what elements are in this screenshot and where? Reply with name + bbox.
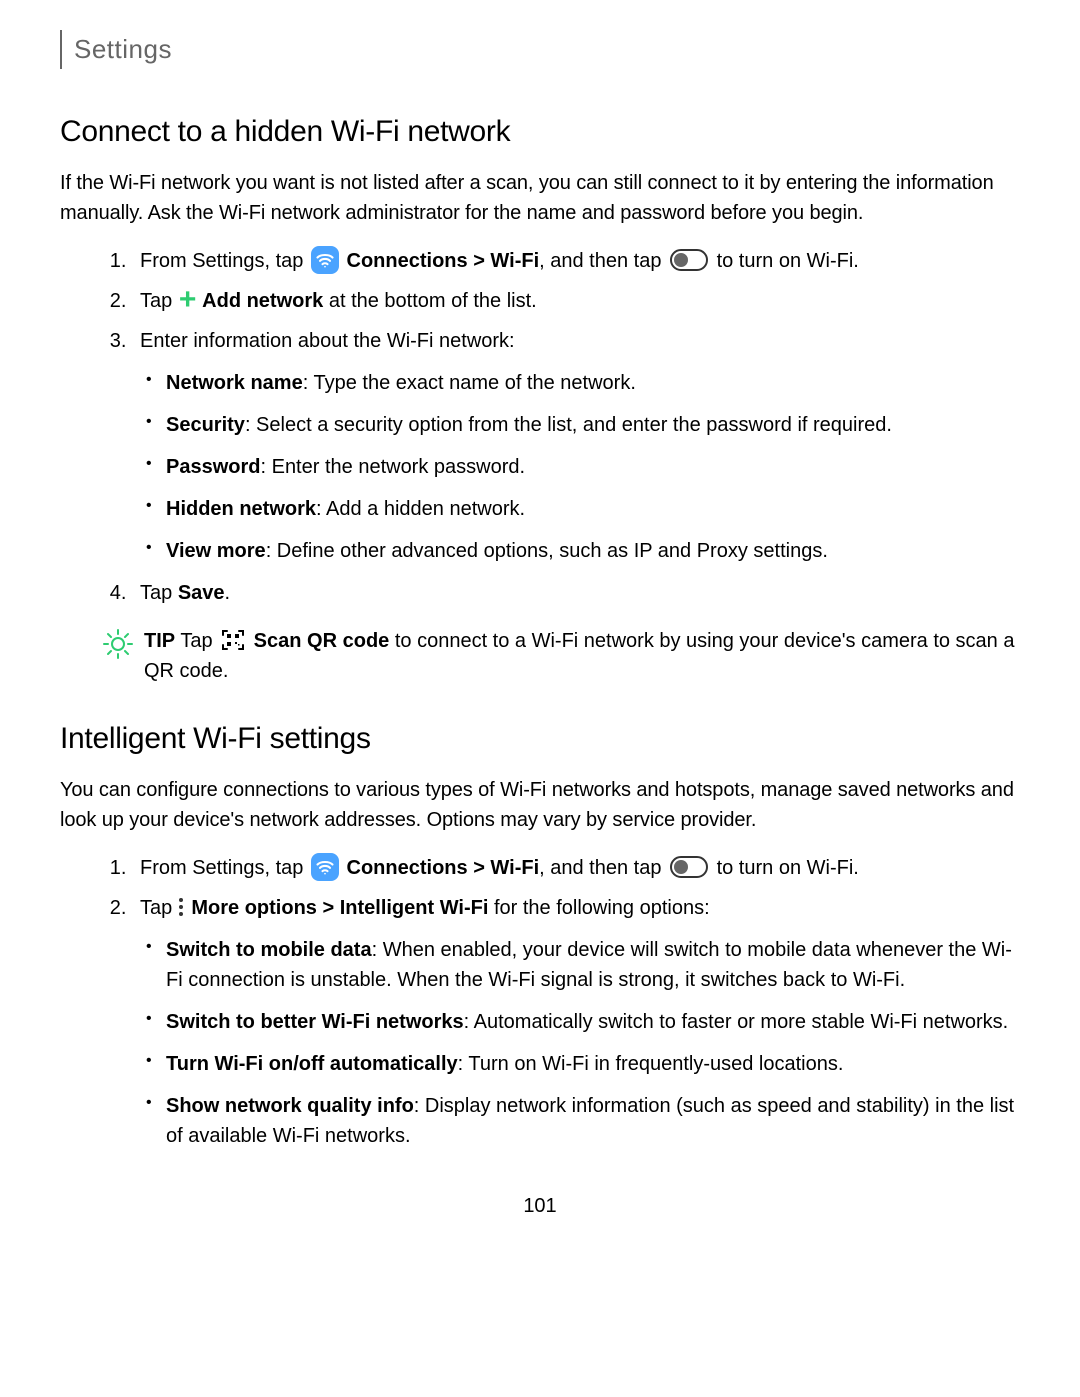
s1-bullet-0-term: Network name	[166, 372, 303, 394]
s2-bullet-0: Switch to mobile data: When enabled, you…	[140, 935, 1020, 995]
s2-bullet-0-term: Switch to mobile data	[166, 939, 372, 961]
s1-bullet-2-term: Password	[166, 456, 260, 478]
plus-icon: +	[179, 292, 197, 307]
s1-bullet-1-term: Security	[166, 414, 245, 436]
s2-step1: From Settings, tap Connections > Wi-Fi, …	[132, 853, 1020, 883]
s1-bullet-0: Network name: Type the exact name of the…	[140, 368, 1020, 398]
s1-bullet-1-desc: : Select a security option from the list…	[245, 414, 892, 436]
section1-intro: If the Wi-Fi network you want is not lis…	[60, 168, 1020, 228]
s1-bullet-3-desc: : Add a hidden network.	[316, 498, 525, 520]
s2-bullet-3-term: Show network quality info	[166, 1095, 414, 1117]
s1-step2: Tap + Add network at the bottom of the l…	[132, 286, 1020, 316]
s1-step3-text: Enter information about the Wi-Fi networ…	[140, 330, 515, 352]
s2-bullet-3: Show network quality info: Display netwo…	[140, 1091, 1020, 1151]
s2-bullet-2-term: Turn Wi-Fi on/off automatically	[166, 1053, 458, 1075]
s2-bullet-1-desc: : Automatically switch to faster or more…	[464, 1011, 1009, 1033]
s1-bullet-4-desc: : Define other advanced options, such as…	[266, 540, 828, 562]
s1-step4: Tap Save.	[132, 578, 1020, 608]
section-heading-hidden-wifi: Connect to a hidden Wi-Fi network	[60, 109, 1020, 154]
s1-step1-text-a: From Settings, tap	[140, 250, 309, 272]
toggle-icon	[670, 249, 708, 271]
s1-step1-text-c: , and then tap	[539, 250, 667, 272]
s1-step2-text-c: at the bottom of the list.	[323, 290, 536, 312]
toggle-icon	[670, 856, 708, 878]
lightbulb-icon	[102, 628, 134, 660]
s1-step4-a: Tap	[140, 582, 178, 604]
wifi-icon	[311, 246, 339, 274]
header-title: Settings	[74, 34, 172, 64]
s1-bullet-2-desc: : Enter the network password.	[260, 456, 525, 478]
s2-step1-b: Connections > Wi-Fi	[341, 857, 539, 879]
tip-label: TIP	[144, 630, 175, 652]
section2-intro: You can configure connections to various…	[60, 775, 1020, 835]
s1-step4-b: Save	[178, 582, 225, 604]
s1-step4-c: .	[225, 582, 231, 604]
s2-step2-a: Tap	[140, 897, 178, 919]
qr-icon	[221, 629, 245, 651]
s2-step2-b: More options > Intelligent Wi-Fi	[186, 897, 489, 919]
tip-text: TIP Tap Scan QR code to connect to a Wi-…	[144, 626, 1020, 686]
s2-bullet-2-desc: : Turn on Wi-Fi in frequently-used locat…	[458, 1053, 844, 1075]
page-header: Settings	[60, 30, 1020, 69]
s1-bullet-4: View more: Define other advanced options…	[140, 536, 1020, 566]
s1-bullet-4-term: View more	[166, 540, 266, 562]
section-heading-intelligent-wifi: Intelligent Wi-Fi settings	[60, 716, 1020, 761]
s2-step1-d: to turn on Wi-Fi.	[711, 857, 859, 879]
s1-bullet-2: Password: Enter the network password.	[140, 452, 1020, 482]
s1-step2-text-a: Tap	[140, 290, 178, 312]
s1-bullet-1: Security: Select a security option from …	[140, 410, 1020, 440]
s1-bullet-3-term: Hidden network	[166, 498, 316, 520]
s2-step1-c: , and then tap	[539, 857, 667, 879]
s2-step2-c: for the following options:	[488, 897, 709, 919]
s1-step1: From Settings, tap Connections > Wi-Fi, …	[132, 246, 1020, 276]
s1-bullet-3: Hidden network: Add a hidden network.	[140, 494, 1020, 524]
tip-block: TIP Tap Scan QR code to connect to a Wi-…	[102, 626, 1020, 686]
wifi-icon	[311, 853, 339, 881]
s1-step1-bold: Connections > Wi-Fi	[341, 250, 539, 272]
s2-step2: Tap More options > Intelligent Wi-Fi for…	[132, 893, 1020, 1151]
tip-a: Tap	[175, 630, 218, 652]
s2-bullet-2: Turn Wi-Fi on/off automatically: Turn on…	[140, 1049, 1020, 1079]
s1-bullet-0-desc: : Type the exact name of the network.	[303, 372, 636, 394]
s2-step1-a: From Settings, tap	[140, 857, 309, 879]
s2-bullet-1: Switch to better Wi-Fi networks: Automat…	[140, 1007, 1020, 1037]
s2-bullet-1-term: Switch to better Wi-Fi networks	[166, 1011, 464, 1033]
s1-step1-text-d: to turn on Wi-Fi.	[711, 250, 859, 272]
s1-step2-bold: Add network	[197, 290, 323, 312]
tip-b: Scan QR code	[248, 630, 389, 652]
page-number: 101	[60, 1191, 1020, 1221]
more-options-icon	[179, 898, 183, 916]
s1-step3: Enter information about the Wi-Fi networ…	[132, 326, 1020, 566]
